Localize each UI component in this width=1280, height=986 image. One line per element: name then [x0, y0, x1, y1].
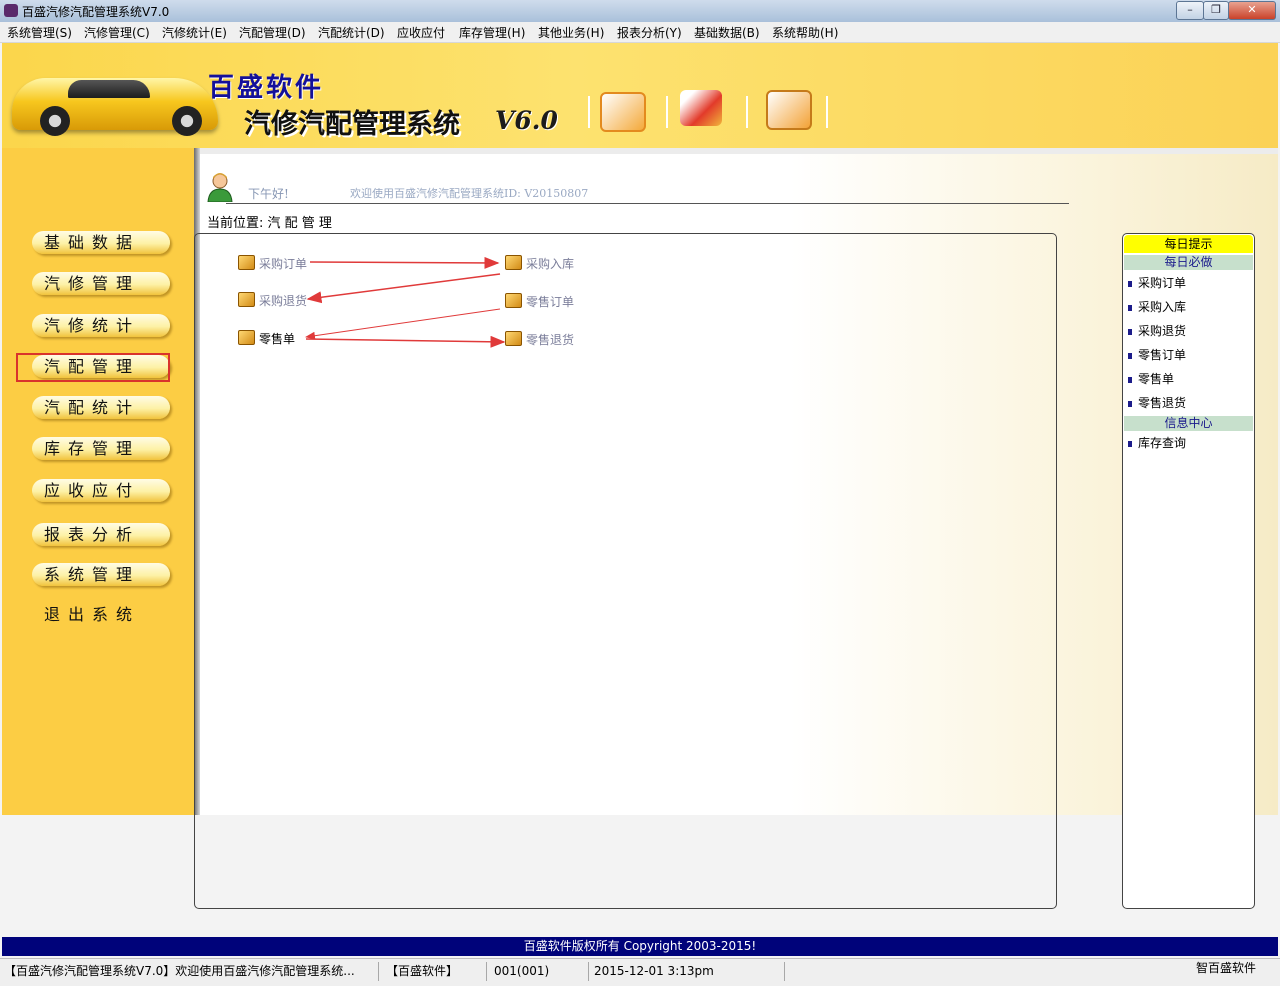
title-bar: 百盛汽修汽配管理系统V7.0 – ❐ ✕ — [0, 0, 1280, 23]
close-button[interactable]: ✕ — [1228, 1, 1276, 20]
bullet-icon — [1128, 305, 1132, 311]
bullet-icon — [1128, 401, 1132, 407]
flow-retail-return[interactable]: 零售退货 — [505, 331, 574, 349]
flow-purchase-order[interactable]: 采购订单 — [238, 255, 307, 273]
bullet-icon — [1128, 329, 1132, 335]
minimize-button[interactable]: – — [1176, 1, 1204, 20]
box-icon — [238, 330, 255, 345]
welcome-text: 欢迎使用百盛汽修汽配管理系统ID: V20150807 — [350, 187, 589, 200]
menu-help[interactable]: 系统帮助(H) — [772, 24, 838, 41]
bullet-icon — [1128, 281, 1132, 287]
status-right-text: 智百盛软件 — [1196, 961, 1257, 975]
menu-system[interactable]: 系统管理(S) — [7, 24, 72, 41]
tip-inventory-query[interactable]: 库存查询 — [1128, 434, 1186, 451]
menu-repair-stats[interactable]: 汽修统计(E) — [162, 24, 227, 41]
info-section-header: 信息中心 — [1124, 416, 1253, 431]
status-company: 【百盛软件】 — [386, 962, 487, 981]
nav-base-data[interactable]: 基础数据 — [32, 231, 170, 254]
status-app: 【百盛汽修汽配管理系统V7.0】欢迎使用百盛汽修汽配管理系统... — [4, 962, 379, 981]
app-icon[interactable] — [4, 4, 18, 17]
maximize-button[interactable]: ❐ — [1203, 1, 1229, 20]
box-icon — [505, 255, 522, 270]
tip-purchase-order[interactable]: 采购订单 — [1128, 274, 1186, 291]
menu-inventory[interactable]: 库存管理(H) — [459, 24, 525, 41]
status-datetime: 2015-12-01 3:13pm — [594, 962, 785, 981]
status-user: 001(001) — [494, 962, 589, 981]
arrow-order-to-in — [309, 256, 500, 269]
window-title: 百盛汽修汽配管理系统V7.0 — [22, 5, 170, 19]
car-wheel-icon — [172, 106, 202, 136]
breadcrumb: 当前位置: 汽 配 管 理 — [207, 216, 332, 231]
content-top-border — [194, 148, 1278, 154]
star-card-icon[interactable] — [600, 92, 646, 132]
arrow-in-to-return — [306, 273, 501, 304]
daily-tips-title: 每日提示 — [1124, 235, 1253, 253]
monitor-database-icon[interactable] — [766, 90, 812, 130]
flow-purchase-return[interactable]: 采购退货 — [238, 292, 307, 310]
flame-chart-icon[interactable] — [680, 90, 722, 126]
tip-purchase-in[interactable]: 采购入库 — [1128, 298, 1186, 315]
tip-retail-return[interactable]: 零售退货 — [1128, 394, 1186, 411]
brand-name: 百盛软件 — [208, 73, 325, 103]
flow-purchase-in[interactable]: 采购入库 — [505, 255, 574, 273]
greeting-text: 下午好! — [248, 187, 289, 201]
bullet-icon — [1128, 353, 1132, 359]
tip-retail-sale[interactable]: 零售单 — [1128, 370, 1174, 387]
banner-separator — [666, 96, 668, 128]
menu-base-data[interactable]: 基础数据(B) — [694, 24, 760, 41]
menu-bar: 系统管理(S) 汽修管理(C) 汽修统计(E) 汽配管理(D) 汽配统计(D) … — [0, 22, 1280, 43]
flow-retail-order[interactable]: 零售订单 — [505, 293, 574, 311]
banner-separator — [588, 96, 590, 128]
nav-inventory[interactable]: 库存管理 — [32, 437, 170, 460]
tip-retail-order[interactable]: 零售订单 — [1128, 346, 1186, 363]
box-icon — [238, 292, 255, 307]
menu-repair[interactable]: 汽修管理(C) — [84, 24, 150, 41]
nav-system[interactable]: 系统管理 — [32, 563, 170, 586]
system-name: 汽修汽配管理系统 — [244, 109, 460, 140]
box-icon — [238, 255, 255, 270]
flow-retail-sale[interactable]: 零售单 — [238, 330, 295, 348]
arrow-sale-to-return — [305, 335, 506, 348]
menu-reports[interactable]: 报表分析(Y) — [617, 24, 682, 41]
bullet-icon — [1128, 377, 1132, 383]
nav-selected-highlight — [16, 353, 170, 382]
user-avatar-icon — [207, 173, 233, 202]
nav-repair-management[interactable]: 汽修管理 — [32, 272, 170, 295]
tip-purchase-return[interactable]: 采购退货 — [1128, 322, 1186, 339]
car-window-shape — [68, 80, 150, 98]
copyright-bar: 百盛软件版权所有 Copyright 2003-2015! — [2, 937, 1278, 956]
bullet-icon — [1128, 441, 1132, 447]
menu-other[interactable]: 其他业务(H) — [538, 24, 604, 41]
box-icon — [505, 293, 522, 308]
arrow-retail-order-to-sale — [305, 308, 501, 340]
nav-reports[interactable]: 报表分析 — [32, 523, 170, 546]
menu-receivables[interactable]: 应收应付 — [397, 24, 445, 41]
car-wheel-icon — [40, 106, 70, 136]
banner-separator — [826, 96, 828, 128]
nav-receivables[interactable]: 应收应付 — [32, 479, 170, 502]
nav-repair-stats[interactable]: 汽修统计 — [32, 314, 170, 337]
nav-exit[interactable]: 退出系统 — [32, 603, 170, 626]
daily-section-header: 每日必做 — [1124, 255, 1253, 270]
menu-parts-stats[interactable]: 汽配统计(D) — [318, 24, 385, 41]
nav-parts-stats[interactable]: 汽配统计 — [32, 396, 170, 419]
header-divider — [226, 203, 1069, 204]
version-label: V6.0 — [495, 106, 558, 135]
banner-separator — [746, 96, 748, 128]
box-icon — [505, 331, 522, 346]
menu-parts[interactable]: 汽配管理(D) — [239, 24, 306, 41]
